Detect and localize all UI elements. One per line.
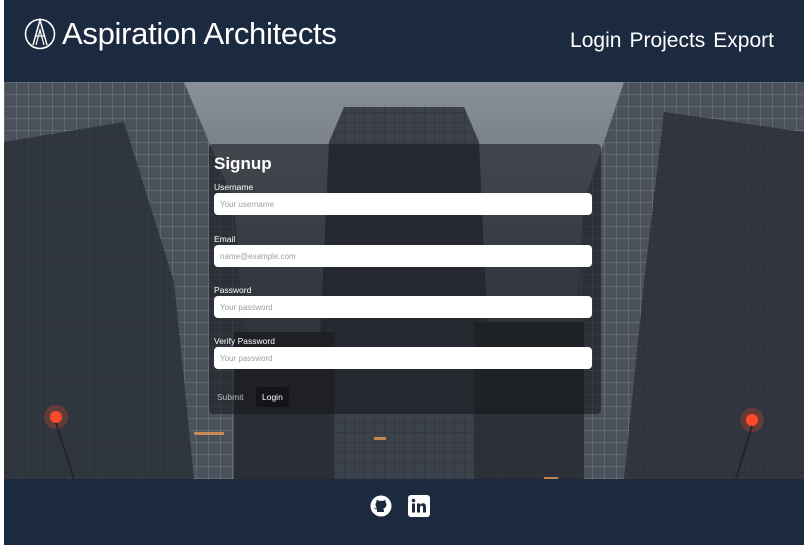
aa-monogram-icon bbox=[24, 17, 56, 50]
email-label: Email bbox=[214, 234, 236, 244]
nav-export-link[interactable]: Export bbox=[713, 29, 774, 53]
app-frame: Aspiration Architects Login Projects Exp… bbox=[4, 0, 804, 545]
email-input[interactable] bbox=[214, 245, 592, 267]
site-footer bbox=[4, 479, 804, 545]
nav-projects-link[interactable]: Projects bbox=[629, 29, 705, 53]
signup-title: Signup bbox=[214, 154, 272, 173]
brand-title[interactable]: Aspiration Architects bbox=[62, 16, 337, 52]
nav-login-link[interactable]: Login bbox=[570, 29, 621, 53]
main-nav: Login Projects Export bbox=[570, 29, 774, 53]
submit-button[interactable]: Submit bbox=[211, 387, 249, 407]
login-button[interactable]: Login bbox=[256, 387, 289, 407]
linkedin-icon[interactable] bbox=[407, 494, 431, 518]
social-links bbox=[369, 494, 431, 518]
username-input[interactable] bbox=[214, 193, 592, 215]
verify-password-input[interactable] bbox=[214, 347, 592, 369]
hero-section: Signup Username Email Password Verify Pa… bbox=[4, 82, 804, 479]
site-header: Aspiration Architects Login Projects Exp… bbox=[4, 0, 804, 82]
username-label: Username bbox=[214, 182, 254, 192]
password-label: Password bbox=[214, 285, 252, 295]
password-input[interactable] bbox=[214, 296, 592, 318]
signup-form: Signup Username Email Password Verify Pa… bbox=[209, 144, 601, 414]
verify-password-label: Verify Password bbox=[214, 336, 275, 346]
github-icon[interactable] bbox=[369, 494, 393, 518]
